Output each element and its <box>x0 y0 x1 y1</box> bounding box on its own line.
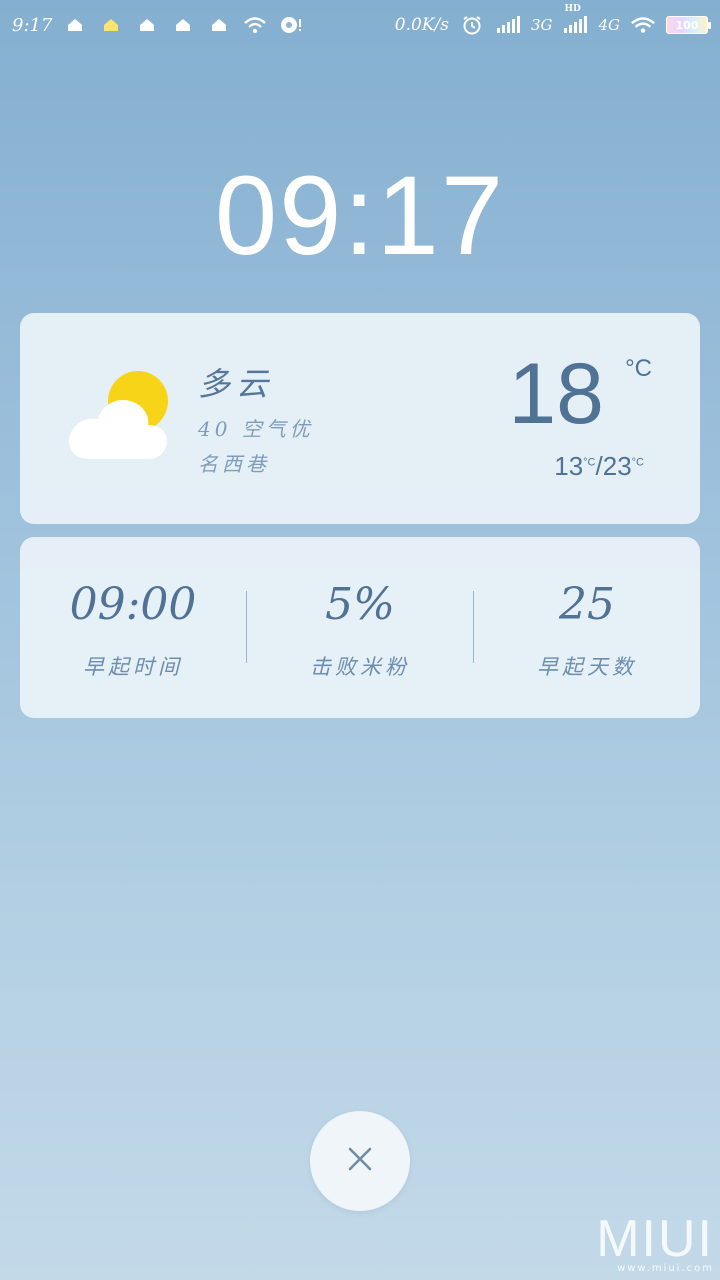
temp-high: 23 <box>602 451 632 481</box>
home-icon <box>206 14 232 36</box>
stat-value: 5% <box>325 579 395 630</box>
status-bar: 9:17 0.0K/s 3G HD 4G 100 <box>0 0 720 50</box>
stat-label: 早起天数 <box>537 655 637 679</box>
stat-beat-percent: 5% 击败米粉 <box>247 537 473 718</box>
air-quality: 40 空气优 <box>198 417 314 441</box>
status-time: 9:17 <box>12 14 53 36</box>
location: 名西巷 <box>198 452 270 476</box>
home-icon <box>62 14 88 36</box>
signal-icon: HD <box>562 4 588 36</box>
status-left: 9:17 <box>12 14 304 36</box>
net-speed: 0.0K/s <box>394 15 449 35</box>
wifi-icon <box>242 14 268 36</box>
temp-high-unit: °C <box>631 456 644 469</box>
stat-value: 25 <box>559 579 615 630</box>
wifi-icon <box>630 14 656 36</box>
temp-low-unit: °C <box>583 456 596 469</box>
stat-label: 早起时间 <box>83 655 183 679</box>
wakeup-stats-card: 09:00 早起时间 5% 击败米粉 25 早起天数 <box>20 537 700 718</box>
home-icon <box>170 14 196 36</box>
close-icon <box>347 1146 373 1176</box>
alarm-icon <box>459 14 485 36</box>
watermark-brand: MIUI <box>596 1210 714 1268</box>
stat-wakeup-days: 25 早起天数 <box>474 537 700 718</box>
weather-card[interactable]: 多云 40 空气优 名西巷 18 °C 13°C/23°C <box>20 313 700 524</box>
status-right: 0.0K/s 3G HD 4G 100 <box>394 4 711 36</box>
signal-icon <box>495 14 521 36</box>
lock-clock: 09:17 <box>214 153 506 278</box>
network-3g-label: 3G <box>530 16 553 34</box>
battery-level: 100 <box>675 18 699 32</box>
sync-icon <box>278 14 304 36</box>
temp-range-separator: / <box>595 451 603 481</box>
current-temperature: 18 <box>508 346 604 442</box>
network-4g-label: 4G <box>598 16 620 34</box>
weather-text: 多云 40 空气优 名西巷 <box>198 359 314 483</box>
temperature-range: 13°C/23°C <box>554 451 644 482</box>
close-button[interactable] <box>310 1111 410 1211</box>
stat-wakeup-time: 09:00 早起时间 <box>20 537 246 718</box>
partly-cloudy-icon <box>66 371 176 466</box>
stat-value: 09:00 <box>69 579 197 630</box>
network-hd-label: HD <box>564 4 581 14</box>
battery-icon: 100 <box>666 16 711 34</box>
miui-watermark: MIUI www.miui.com <box>596 1213 714 1274</box>
home-icon <box>98 14 124 36</box>
home-icon <box>134 14 160 36</box>
weather-condition: 多云 <box>198 365 275 403</box>
temperature-unit: °C <box>625 355 652 382</box>
stat-label: 击败米粉 <box>310 655 410 679</box>
temp-low: 13 <box>554 451 584 481</box>
